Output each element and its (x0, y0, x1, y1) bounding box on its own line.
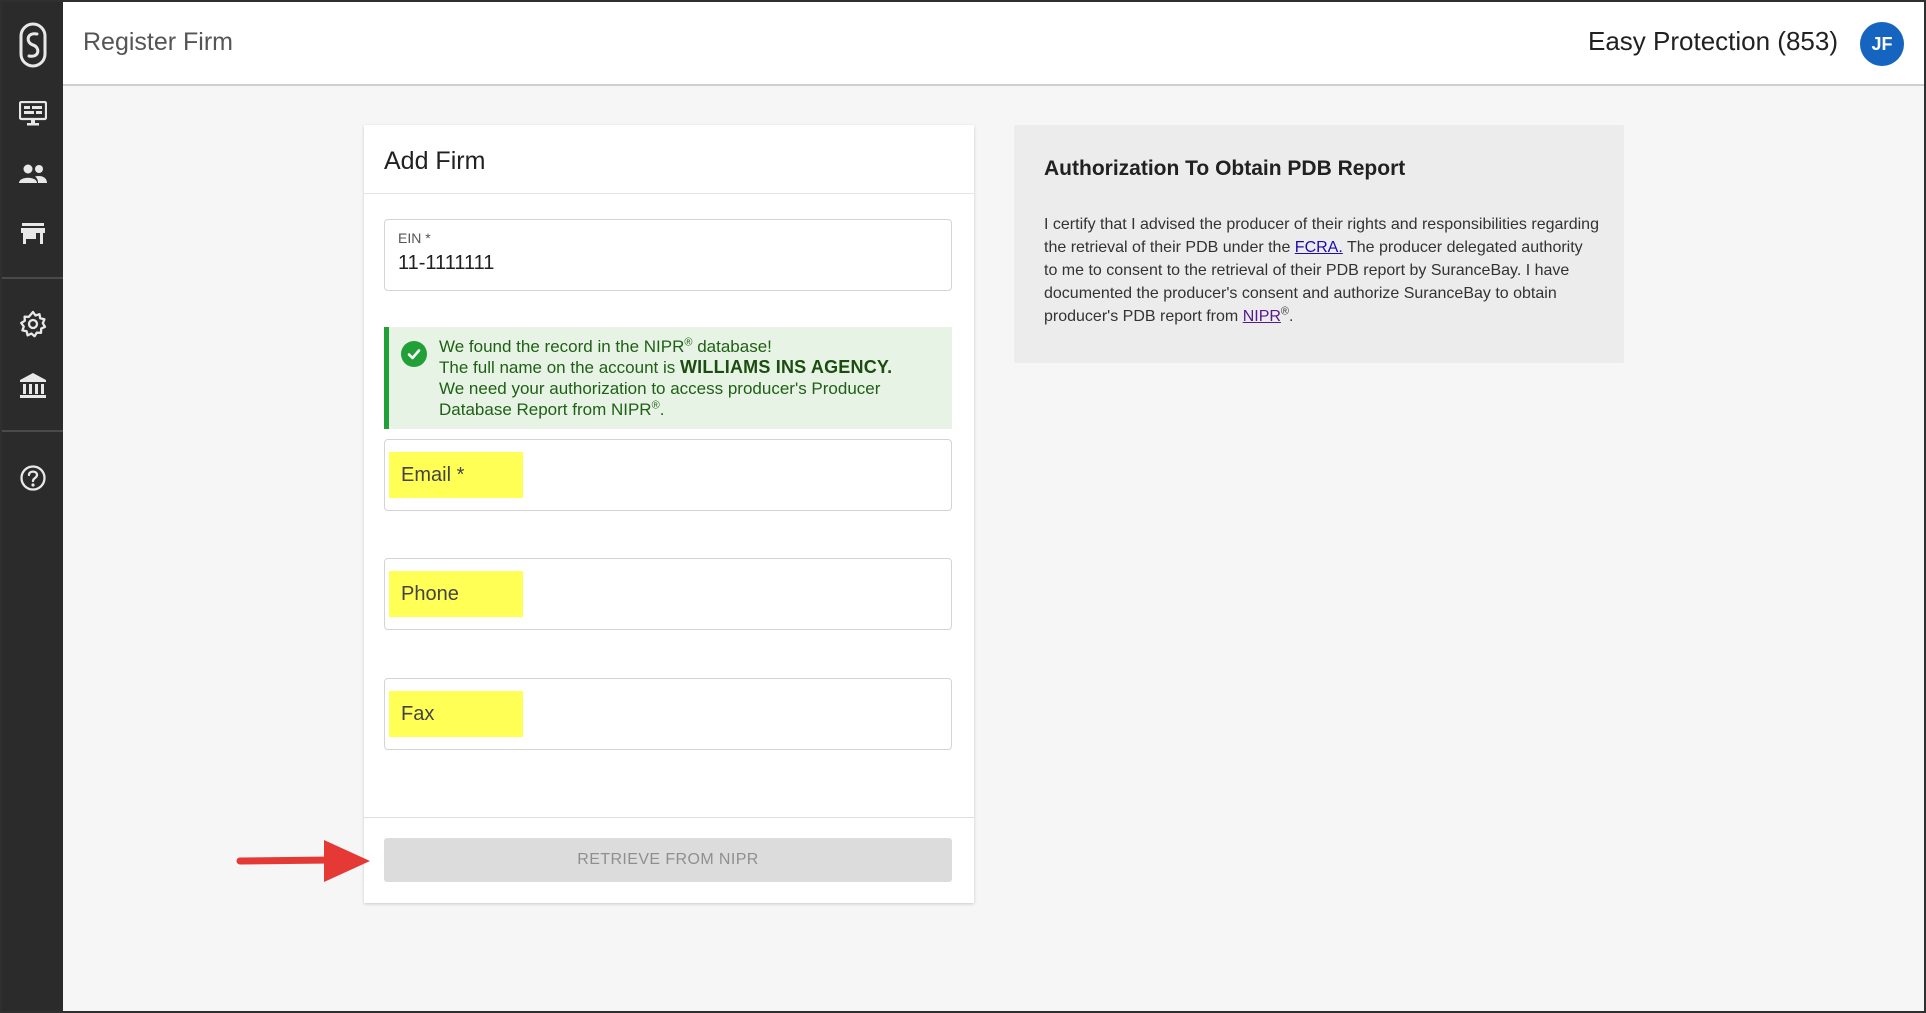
fax-placeholder: Fax (389, 691, 523, 737)
logo-icon (19, 22, 46, 67)
page-title: Register Firm (83, 28, 234, 56)
fcra-link[interactable]: FCRA. (1295, 239, 1343, 256)
bank-icon (19, 373, 46, 398)
add-firm-card: Add Firm EIN * We found the record in th… (364, 125, 974, 903)
email-placeholder: Email * (389, 452, 523, 498)
help-icon (19, 465, 46, 491)
app-logo[interactable] (2, 2, 63, 87)
sidebar-item-help[interactable] (2, 452, 63, 504)
authorization-text: I certify that I advised the producer of… (1044, 216, 1599, 325)
notice-text: We found the record in the NIPR® databas… (439, 336, 893, 419)
card-title: Add Firm (384, 147, 486, 175)
fax-field[interactable]: Fax (384, 678, 952, 750)
sidebar-divider (2, 430, 63, 432)
ein-label: EIN * (398, 230, 431, 246)
phone-field[interactable]: Phone (384, 558, 952, 630)
store-icon (20, 223, 45, 244)
authorization-title: Authorization To Obtain PDB Report (1044, 157, 1406, 180)
gear-icon (19, 310, 46, 338)
card-footer-divider (364, 817, 974, 818)
account-name[interactable]: Easy Protection (853) (1588, 26, 1838, 57)
nipr-link[interactable]: NIPR (1243, 308, 1281, 325)
email-field[interactable]: Email * (384, 439, 952, 511)
phone-placeholder: Phone (389, 571, 523, 617)
sidebar-item-store[interactable] (2, 208, 63, 260)
ein-input[interactable] (398, 252, 928, 275)
nipr-success-notice: We found the record in the NIPR® databas… (384, 327, 952, 429)
annotation-arrow-icon (236, 840, 370, 882)
firm-name: WILLIAMS INS AGENCY. (679, 357, 893, 377)
sidebar-item-institution[interactable] (2, 360, 63, 412)
app-window: Register Firm Easy Protection (853) JF A… (0, 0, 1926, 1013)
avatar[interactable]: JF (1860, 22, 1904, 66)
retrieve-from-nipr-button[interactable]: RETRIEVE FROM NIPR (384, 838, 952, 882)
monitor-icon (18, 101, 47, 126)
top-bar: Register Firm Easy Protection (853) JF (63, 2, 1924, 86)
sidebar-item-settings[interactable] (2, 298, 63, 350)
card-header: Add Firm (364, 125, 974, 194)
sidebar (2, 2, 63, 1011)
authorization-panel: Authorization To Obtain PDB Report I cer… (1014, 125, 1624, 363)
people-icon (18, 164, 47, 183)
ein-field[interactable]: EIN * (384, 219, 952, 291)
check-circle-icon (401, 341, 427, 367)
sidebar-item-people[interactable] (2, 148, 63, 200)
sidebar-item-dashboard[interactable] (2, 88, 63, 140)
sidebar-divider (2, 277, 63, 279)
